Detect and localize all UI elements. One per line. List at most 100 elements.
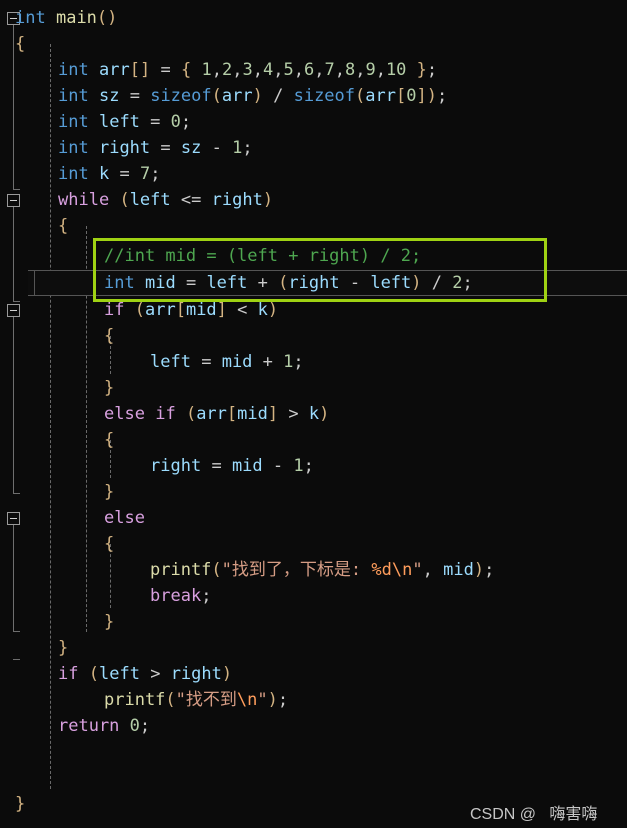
token-kw: sizeof: [150, 86, 212, 106]
token-str: ": [412, 560, 423, 580]
token-punc: ,: [375, 60, 386, 80]
token-punc: =: [201, 352, 212, 372]
code-line[interactable]: {: [0, 323, 114, 349]
code-line[interactable]: return 0;: [0, 713, 150, 739]
token-id: arr: [144, 300, 176, 320]
code-line[interactable]: {: [0, 531, 114, 557]
token-punc: -: [272, 456, 284, 476]
token-brace: (: [278, 273, 289, 293]
token-num: 3: [242, 60, 253, 80]
token-punc: ,: [355, 60, 366, 80]
token-brace: ): [473, 560, 485, 580]
token-id: right: [288, 273, 340, 293]
code-line[interactable]: }: [0, 791, 25, 817]
token-brace: (: [134, 300, 145, 320]
token-brace: ): [252, 86, 263, 106]
token-num: 6: [303, 60, 315, 80]
code-line[interactable]: printf("找到了，下标是: %d\n", mid);: [0, 557, 494, 583]
token-brace: ]: [267, 404, 279, 424]
token-brace: ): [221, 664, 233, 684]
code-line[interactable]: {: [0, 31, 25, 57]
token-punc: <: [180, 190, 192, 210]
token-brace: }: [104, 612, 115, 632]
token-id: left: [150, 352, 191, 372]
token-id: arr: [365, 86, 396, 106]
token-id: mid: [144, 273, 176, 293]
code-line[interactable]: }: [0, 375, 114, 401]
token-punc: <: [237, 300, 248, 320]
token-brace: }: [416, 60, 427, 80]
token-num: 2: [452, 273, 463, 293]
code-line[interactable]: int right = sz - 1;: [0, 135, 253, 161]
token-num: 7: [139, 164, 151, 184]
token-kw: int: [15, 8, 46, 28]
token-esc: %d: [371, 560, 392, 580]
code-editor[interactable]: int main(){int arr[] = { 1,2,3,4,5,6,7,8…: [0, 0, 627, 828]
code-line[interactable]: //int mid = (left + right) / 2;: [0, 243, 421, 269]
token-brace: ): [262, 190, 274, 210]
token-num: 1: [201, 60, 212, 80]
code-line[interactable]: int sz = sizeof(arr) / sizeof(arr[0]);: [0, 83, 447, 109]
token-punc: /: [431, 273, 443, 293]
code-line[interactable]: while (left <= right): [0, 187, 273, 213]
token-brace: ): [426, 86, 437, 106]
token-brace: }: [58, 638, 69, 658]
token-id: arr: [221, 86, 253, 106]
code-line[interactable]: else: [0, 505, 145, 531]
token-brace: }: [104, 482, 115, 502]
code-line[interactable]: int mid = left + (right - left) / 2;: [0, 270, 473, 296]
token-id: k: [308, 404, 320, 424]
code-line[interactable]: int left = 0;: [0, 109, 191, 135]
code-line[interactable]: break;: [0, 583, 211, 609]
code-line[interactable]: }: [0, 635, 68, 661]
code-line[interactable]: if (left > right): [0, 661, 232, 687]
token-punc: =: [129, 86, 140, 106]
token-id: left: [206, 273, 248, 293]
code-line[interactable]: int main(): [0, 5, 117, 31]
code-line[interactable]: int k = 7;: [0, 161, 160, 187]
code-line[interactable]: }: [0, 479, 114, 505]
token-brace: [: [129, 60, 140, 80]
code-line[interactable]: if (arr[mid] < k): [0, 297, 278, 323]
code-line[interactable]: else if (arr[mid] > k): [0, 401, 329, 427]
code-line[interactable]: int arr[] = { 1,2,3,4,5,6,7,8,9,10 };: [0, 57, 437, 83]
token-punc: ;: [484, 560, 495, 580]
token-punc: ;: [436, 86, 448, 106]
token-kw: int: [58, 138, 89, 158]
code-line[interactable]: right = mid - 1;: [0, 453, 314, 479]
token-brace: }: [104, 378, 115, 398]
token-punc: =: [191, 190, 202, 210]
token-id: mid: [231, 456, 263, 476]
code-line[interactable]: {: [0, 213, 68, 239]
token-punc: ;: [462, 273, 473, 293]
code-line[interactable]: left = mid + 1;: [0, 349, 304, 375]
token-id: arr: [196, 404, 227, 424]
token-punc: ;: [139, 716, 151, 736]
token-id: k: [257, 300, 268, 320]
token-punc: ;: [201, 586, 212, 606]
code-line[interactable]: printf("找不到\n");: [0, 687, 288, 713]
token-cmt: //int mid = (left + right) / 2;: [104, 246, 422, 266]
token-id: mid: [443, 560, 474, 580]
token-id: arr: [98, 60, 130, 80]
token-punc: ;: [303, 456, 314, 476]
token-brace: {: [104, 534, 115, 554]
code-line[interactable]: {: [0, 427, 114, 453]
token-punc: ,: [314, 60, 325, 80]
token-punc: ;: [426, 60, 438, 80]
code-line[interactable]: }: [0, 609, 114, 635]
token-ctl: while: [58, 190, 110, 210]
